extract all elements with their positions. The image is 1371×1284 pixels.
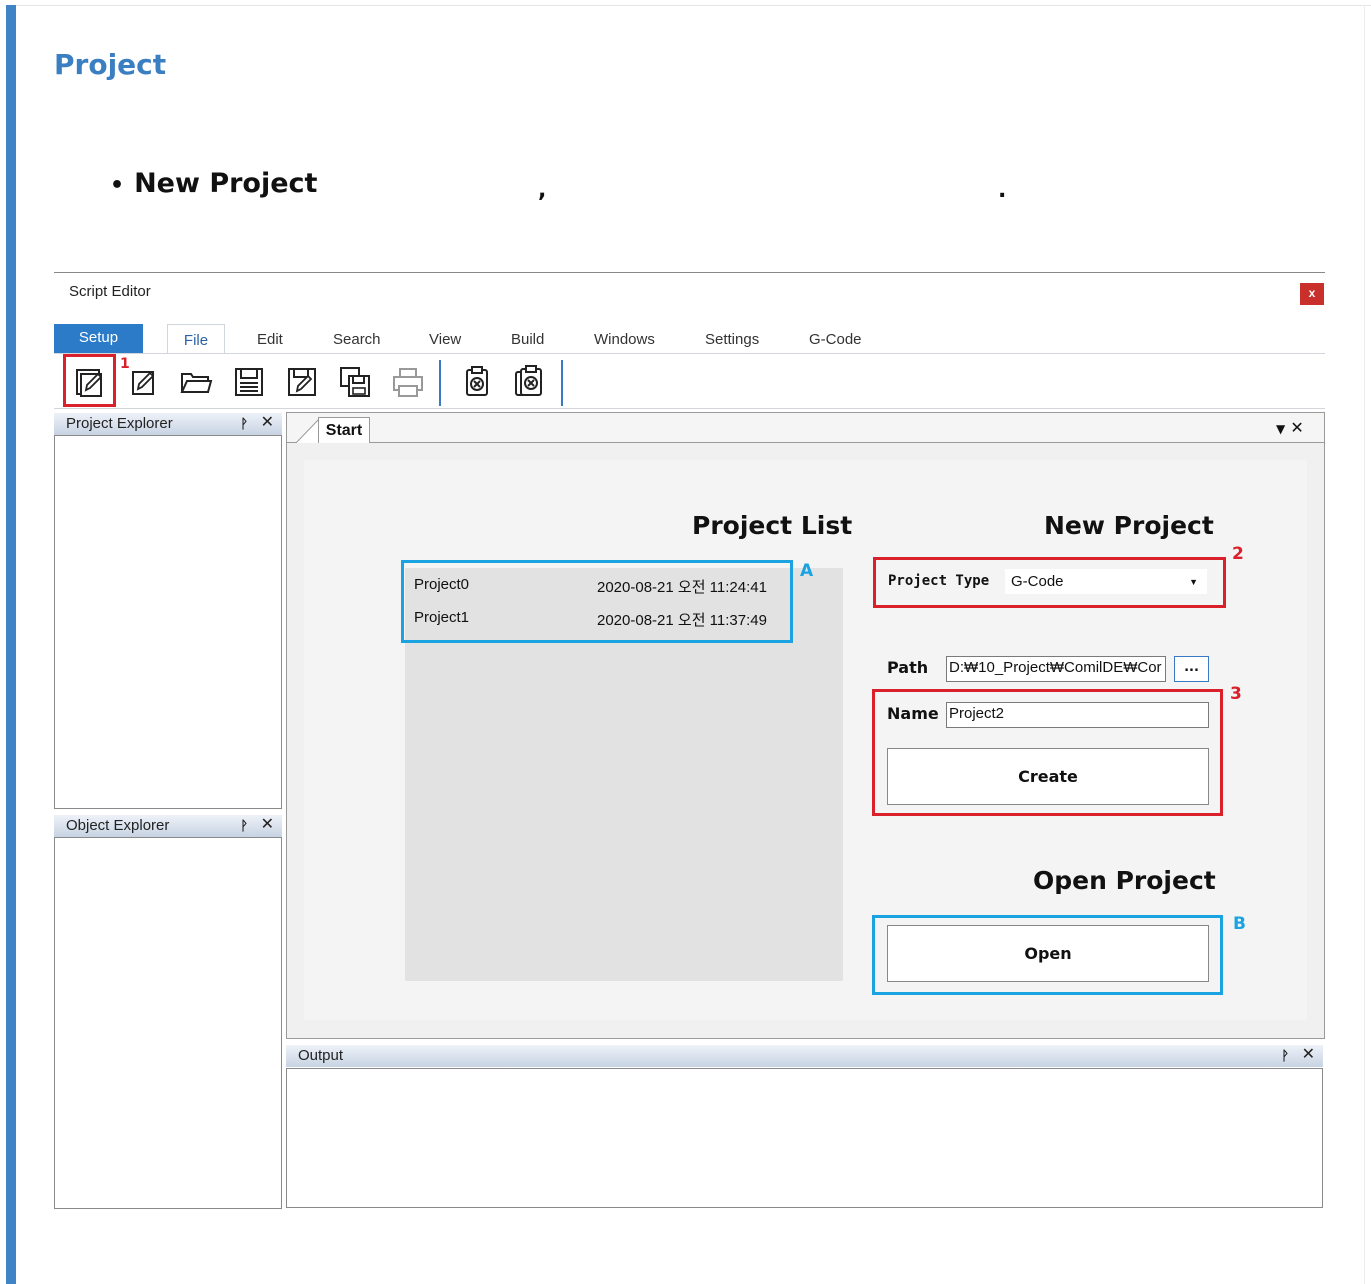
menu-build[interactable]: Build bbox=[511, 324, 544, 354]
toolbar bbox=[54, 353, 1325, 409]
browse-button[interactable]: ... bbox=[1174, 656, 1209, 682]
highlight-project-type bbox=[873, 557, 1226, 608]
marker-b: B bbox=[1233, 914, 1246, 934]
pin-icon[interactable]: ᚹ bbox=[240, 815, 248, 837]
bullet-period: . bbox=[998, 178, 1007, 203]
right-border bbox=[1364, 5, 1365, 1284]
menu-settings[interactable]: Settings bbox=[705, 324, 759, 354]
tab-dropdown-icon[interactable]: ▼ bbox=[1276, 422, 1285, 436]
menu-windows[interactable]: Windows bbox=[594, 324, 655, 354]
window-close-button[interactable]: x bbox=[1300, 283, 1324, 305]
highlight-new-project-button bbox=[63, 354, 116, 407]
path-field[interactable]: D:₩10_Project₩ComilDE₩Cor bbox=[946, 656, 1166, 682]
object-explorer-title: Object Explorer bbox=[66, 817, 170, 834]
close-icon[interactable]: ✕ bbox=[261, 814, 274, 836]
new-file-icon[interactable] bbox=[125, 364, 161, 400]
doc-title: Project bbox=[54, 48, 167, 81]
close-all-icon[interactable] bbox=[511, 364, 547, 400]
menu-search[interactable]: Search bbox=[333, 324, 381, 354]
save-icon[interactable] bbox=[231, 364, 267, 400]
highlight-name-create bbox=[872, 689, 1223, 816]
left-accent-bar bbox=[6, 5, 16, 1284]
bullet-dot: • bbox=[110, 173, 125, 198]
bullet-comma: , bbox=[538, 178, 547, 203]
print-icon[interactable] bbox=[390, 364, 426, 400]
window-top-border bbox=[54, 272, 1325, 273]
close-file-icon[interactable] bbox=[459, 364, 495, 400]
project-explorer-header: Project Explorer ᚹ ✕ bbox=[54, 413, 282, 435]
menu-bar: Setup File Edit Search View Build Window… bbox=[54, 324, 1325, 355]
toolbar-separator bbox=[439, 360, 441, 406]
menu-view[interactable]: View bbox=[429, 324, 461, 354]
object-explorer-panel bbox=[54, 837, 282, 1209]
menu-file[interactable]: File bbox=[167, 324, 225, 355]
open-project-title: Open Project bbox=[1033, 866, 1216, 895]
marker-2: 2 bbox=[1232, 544, 1244, 564]
highlight-open bbox=[872, 915, 1223, 995]
marker-3: 3 bbox=[1230, 684, 1242, 704]
window-title: Script Editor bbox=[69, 283, 151, 300]
tab-controls: ▼ ✕ bbox=[1276, 418, 1304, 437]
menu-gcode[interactable]: G-Code bbox=[809, 324, 862, 354]
save-as-icon[interactable] bbox=[284, 364, 320, 400]
close-icon[interactable]: ✕ bbox=[1302, 1044, 1315, 1066]
tab-strip bbox=[287, 413, 1324, 443]
bullet-text: New Project bbox=[134, 168, 318, 199]
toolbar-separator-2 bbox=[561, 360, 563, 406]
close-icon[interactable]: ✕ bbox=[261, 412, 274, 434]
highlight-project-list bbox=[401, 560, 793, 643]
marker-a: A bbox=[800, 561, 814, 581]
tab-close-icon[interactable]: ✕ bbox=[1290, 418, 1303, 437]
menu-edit[interactable]: Edit bbox=[257, 324, 283, 354]
open-folder-icon[interactable] bbox=[178, 364, 214, 400]
bullet-new-project: • New Project bbox=[110, 168, 317, 199]
marker-1: 1 bbox=[120, 356, 130, 372]
new-project-title: New Project bbox=[1044, 511, 1214, 540]
output-header: Output ᚹ ✕ bbox=[286, 1045, 1323, 1067]
path-label: Path bbox=[887, 658, 929, 677]
menu-setup[interactable]: Setup bbox=[54, 324, 143, 354]
project-explorer-title: Project Explorer bbox=[66, 415, 173, 432]
pin-icon[interactable]: ᚹ bbox=[240, 413, 248, 435]
object-explorer-header: Object Explorer ᚹ ✕ bbox=[54, 815, 282, 837]
top-border bbox=[16, 5, 1371, 6]
output-title: Output bbox=[298, 1047, 344, 1064]
pin-icon[interactable]: ᚹ bbox=[1281, 1045, 1289, 1067]
save-all-icon[interactable] bbox=[337, 364, 373, 400]
tab-start[interactable]: Start bbox=[318, 417, 370, 443]
project-list-title: Project List bbox=[692, 511, 853, 540]
output-panel bbox=[286, 1068, 1323, 1208]
project-explorer-panel bbox=[54, 435, 282, 809]
